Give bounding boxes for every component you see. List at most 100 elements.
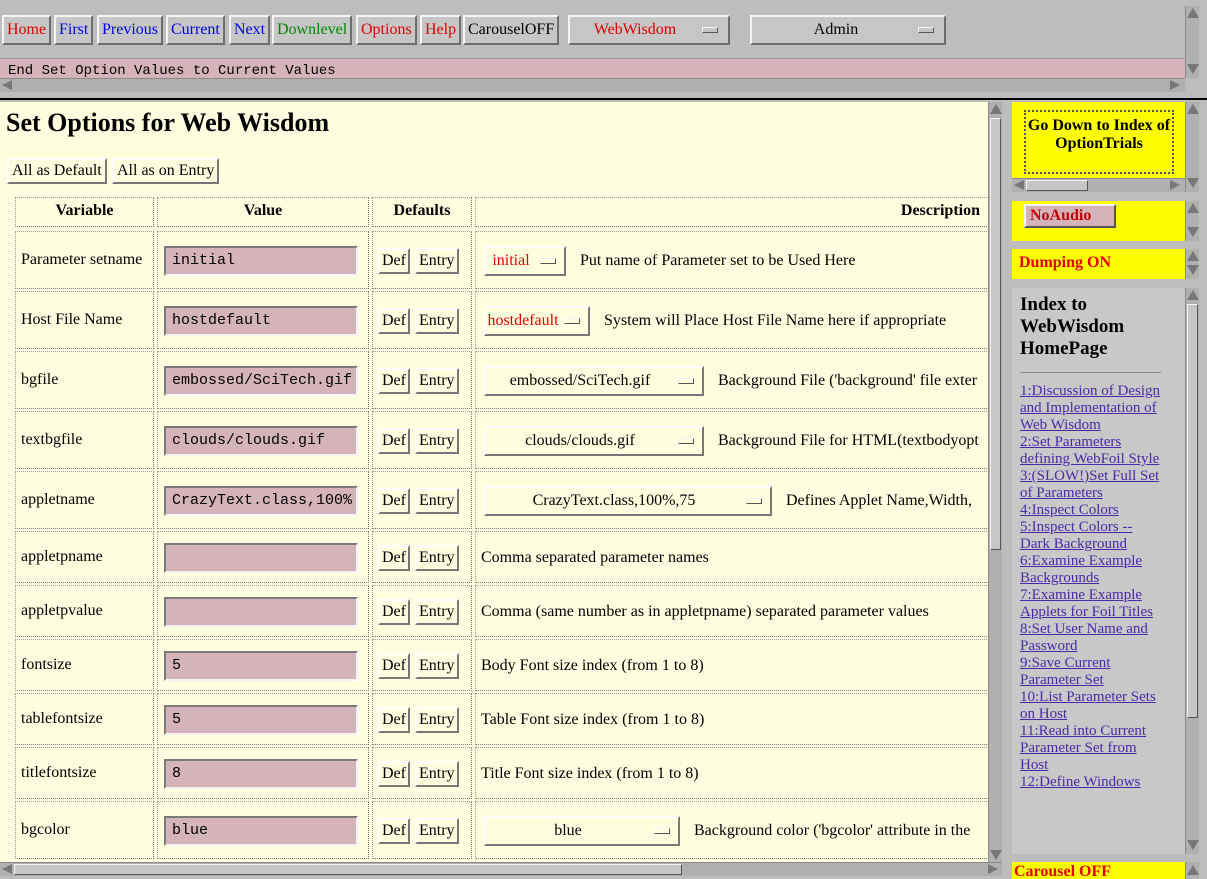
value-input[interactable] (164, 597, 358, 627)
nav-button-first[interactable]: First (54, 15, 94, 45)
value-input[interactable]: 8 (164, 759, 358, 789)
nav-button-help[interactable]: Help (420, 15, 462, 45)
nav-button-current[interactable]: Current (166, 15, 225, 45)
scroll-down-icon[interactable] (1187, 840, 1199, 850)
all-as-on-entry-button[interactable]: All as on Entry (112, 158, 220, 184)
value-input[interactable] (164, 543, 358, 573)
scroll-up-icon[interactable] (1187, 251, 1199, 261)
admin-menu[interactable]: Admin (750, 15, 946, 45)
dumping-status[interactable]: Dumping ON (1012, 249, 1185, 272)
def-button[interactable]: Def (378, 761, 410, 787)
value-input[interactable]: CrazyText.class,100% (164, 486, 358, 516)
entry-button[interactable]: Entry (415, 368, 459, 394)
def-button[interactable]: Def (378, 545, 410, 571)
value-input[interactable]: hostdefault (164, 306, 358, 336)
scroll-left-icon[interactable] (1014, 180, 1024, 190)
scroll-down-icon[interactable] (990, 850, 1002, 860)
scroll-thumb[interactable] (1187, 304, 1198, 718)
entry-button[interactable]: Entry (415, 488, 459, 514)
entry-button[interactable]: Entry (415, 653, 459, 679)
godown-vertical-scrollbar[interactable] (1185, 102, 1199, 192)
main-vertical-scrollbar[interactable] (988, 102, 1002, 862)
scroll-right-icon[interactable] (1170, 80, 1180, 90)
nav-horizontal-scrollbar[interactable] (0, 78, 1185, 92)
value-input[interactable]: 5 (164, 705, 358, 735)
value-dropdown[interactable]: initial (484, 246, 566, 276)
nav-button-home[interactable]: Home (2, 15, 52, 45)
def-button[interactable]: Def (378, 599, 410, 625)
value-input[interactable]: initial (164, 246, 358, 276)
carousel-status[interactable]: Carousel OFF (1012, 862, 1185, 879)
def-button[interactable]: Def (378, 653, 410, 679)
value-dropdown[interactable]: blue (484, 816, 680, 846)
webwisdom-menu[interactable]: WebWisdom (568, 15, 730, 45)
entry-button[interactable]: Entry (415, 818, 459, 844)
index-link[interactable]: 12:Define Windows (1020, 774, 1160, 791)
audio-vertical-scrollbar[interactable] (1185, 201, 1199, 241)
entry-button[interactable]: Entry (415, 545, 459, 571)
def-button[interactable]: Def (378, 818, 410, 844)
scroll-down-icon[interactable] (1187, 64, 1199, 74)
nav-button-next[interactable]: Next (229, 15, 271, 45)
index-link[interactable]: 1:Discussion of Design and Implementatio… (1020, 383, 1160, 434)
scroll-right-icon[interactable] (1170, 180, 1180, 190)
scroll-thumb[interactable] (990, 118, 1001, 550)
index-link[interactable]: 2:Set Parameters defining WebFoil Style (1020, 434, 1160, 468)
scroll-up-icon[interactable] (1187, 865, 1199, 875)
index-link[interactable]: 11:Read into Current Parameter Set from … (1020, 723, 1160, 774)
value-dropdown[interactable]: embossed/SciTech.gif (484, 366, 704, 396)
value-dropdown[interactable]: CrazyText.class,100%,75 (484, 486, 772, 516)
entry-button[interactable]: Entry (415, 599, 459, 625)
def-button[interactable]: Def (378, 428, 410, 454)
nav-vertical-scrollbar[interactable] (1185, 6, 1199, 78)
index-vertical-scrollbar[interactable] (1185, 288, 1199, 854)
entry-button[interactable]: Entry (415, 308, 459, 334)
dumping-vertical-scrollbar[interactable] (1185, 249, 1199, 279)
value-input[interactable]: embossed/SciTech.gif (164, 366, 358, 396)
index-link[interactable]: 10:List Parameter Sets on Host (1020, 689, 1160, 723)
nav-button-carouseloff[interactable]: CarouselOFF (463, 15, 560, 45)
go-down-to-index-button[interactable]: Go Down to Index of OptionTrials (1024, 110, 1174, 174)
main-horizontal-scrollbar[interactable] (0, 862, 1002, 876)
def-button[interactable]: Def (378, 488, 410, 514)
index-link[interactable]: 7:Examine Example Applets for Foil Title… (1020, 587, 1160, 621)
index-link[interactable]: 5:Inspect Colors -- Dark Background (1020, 519, 1160, 553)
entry-button[interactable]: Entry (415, 428, 459, 454)
entry-button[interactable]: Entry (415, 248, 459, 274)
nav-button-previous[interactable]: Previous (97, 15, 163, 45)
carousel-vertical-scrollbar[interactable] (1185, 862, 1199, 879)
entry-button[interactable]: Entry (415, 707, 459, 733)
index-link[interactable]: 4:Inspect Colors (1020, 502, 1160, 519)
nav-button-downlevel[interactable]: Downlevel (272, 15, 353, 45)
def-button[interactable]: Def (378, 308, 410, 334)
scroll-left-icon[interactable] (2, 864, 12, 874)
scroll-up-icon[interactable] (1187, 290, 1199, 300)
scroll-right-icon[interactable] (988, 864, 998, 874)
scroll-left-icon[interactable] (2, 80, 12, 90)
index-link[interactable]: 8:Set User Name and Password (1020, 621, 1160, 655)
value-dropdown[interactable]: hostdefault (484, 306, 590, 336)
scroll-up-icon[interactable] (1187, 203, 1199, 213)
scroll-down-icon[interactable] (1187, 178, 1199, 188)
scroll-thumb[interactable] (14, 864, 682, 875)
godown-horizontal-scrollbar[interactable] (1012, 178, 1185, 192)
scroll-thumb[interactable] (1026, 180, 1088, 191)
scroll-down-icon[interactable] (1187, 227, 1199, 237)
value-input[interactable]: blue (164, 816, 358, 846)
scroll-up-icon[interactable] (1187, 8, 1199, 18)
scroll-down-icon[interactable] (1187, 265, 1199, 275)
def-button[interactable]: Def (378, 368, 410, 394)
value-dropdown[interactable]: clouds/clouds.gif (484, 426, 704, 456)
index-link[interactable]: 3:(SLOW!)Set Full Set of Parameters (1020, 468, 1160, 502)
scroll-up-icon[interactable] (990, 104, 1002, 114)
scroll-up-icon[interactable] (1187, 104, 1199, 114)
entry-button[interactable]: Entry (415, 761, 459, 787)
def-button[interactable]: Def (378, 248, 410, 274)
index-link[interactable]: 6:Examine Example Backgrounds (1020, 553, 1160, 587)
all-as-default-button[interactable]: All as Default (7, 158, 107, 184)
value-input[interactable]: 5 (164, 651, 358, 681)
value-input[interactable]: clouds/clouds.gif (164, 426, 358, 456)
index-link[interactable]: 9:Save Current Parameter Set (1020, 655, 1160, 689)
no-audio-button[interactable]: NoAudio (1024, 204, 1116, 228)
nav-button-options[interactable]: Options (356, 15, 417, 45)
